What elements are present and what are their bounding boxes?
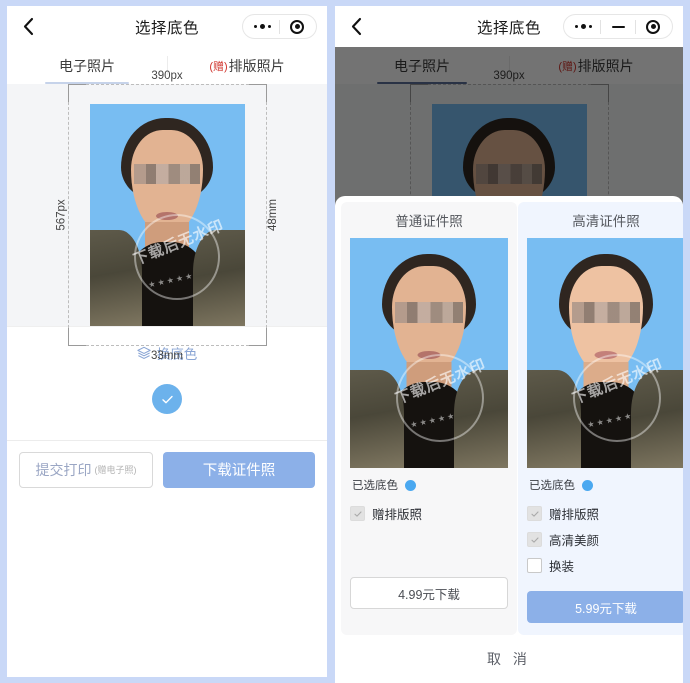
- card-standard-photo-image: 下载后无水印 ★ ★ ★ ★ ★: [350, 238, 508, 468]
- checkbox-unchecked-icon: [527, 558, 542, 573]
- option-gift-layout-standard-label: 赠排版照: [372, 508, 423, 522]
- option-change-outfit-label: 换装: [549, 560, 575, 574]
- back-button[interactable]: [7, 6, 49, 47]
- content-left: 390px 33mm 567px 48mm 下载后无水印 ★ ★ ★ ★ ★ 换…: [7, 70, 327, 498]
- more-menu-button-right[interactable]: [566, 15, 600, 38]
- card-standard-photo[interactable]: 普通证件照 下载后无水印 ★ ★ ★ ★ ★ 已选底色 赠排版照 4.99元下载: [341, 202, 517, 635]
- checkbox-checked-icon: [527, 532, 542, 547]
- measurement-frame: 390px 33mm 567px 48mm 下载后无水印 ★ ★ ★ ★ ★: [55, 70, 278, 362]
- option-gift-layout-standard[interactable]: 赠排版照: [350, 504, 508, 523]
- back-button-right[interactable]: [335, 6, 377, 47]
- checkbox-checked-icon: [350, 506, 365, 521]
- card-hd-selected-swatch[interactable]: [582, 479, 593, 491]
- card-hd-photo-wrap: 下载后无水印 ★ ★ ★ ★ ★: [527, 238, 683, 468]
- window-capsule-left: [242, 14, 317, 39]
- card-standard-selected-label: 已选底色: [352, 480, 398, 492]
- option-gift-layout-hd-label: 赠排版照: [549, 508, 600, 522]
- download-options-sheet: 普通证件照 下载后无水印 ★ ★ ★ ★ ★ 已选底色 赠排版照 4.99元下载…: [335, 196, 683, 683]
- label-width-mm: 33mm: [151, 350, 183, 362]
- card-hd-title: 高清证件照: [572, 214, 640, 229]
- tab-electronic-photo[interactable]: 电子照片: [7, 47, 167, 84]
- download-id-photo-button[interactable]: 下载证件照: [163, 451, 315, 488]
- card-standard-options: 赠排版照: [350, 504, 508, 523]
- window-capsule-right: [563, 14, 673, 39]
- card-hd-photo-image: 下载后无水印 ★ ★ ★ ★ ★: [527, 238, 683, 468]
- more-dots-icon: [574, 24, 592, 29]
- dash-top: [85, 84, 249, 85]
- label-height-mm: 48mm: [266, 199, 279, 231]
- minimize-dash-icon: [611, 25, 625, 28]
- option-change-outfit[interactable]: 换装: [527, 556, 683, 575]
- left-phone-panel: 选择底色 电子照片 (赠) 排版照片 390px 33mm 567px 48mm…: [7, 6, 327, 677]
- tab-layout-gift-badge: (赠): [209, 60, 228, 73]
- id-photo-preview: 下载后无水印 ★ ★ ★ ★ ★: [89, 104, 245, 326]
- card-standard-selected-row: 已选底色: [350, 477, 508, 493]
- card-standard-download-label: 4.99元下载: [398, 587, 460, 602]
- layers-icon: [137, 346, 151, 359]
- bottom-action-bar: 提交打印 (赠电子照) 下载证件照: [7, 440, 327, 498]
- background-color-swatch[interactable]: [152, 384, 182, 414]
- option-hd-beauty-label: 高清美颜: [549, 534, 600, 548]
- card-standard-photo-wrap: 下载后无水印 ★ ★ ★ ★ ★: [350, 238, 508, 468]
- navbar-right: 选择底色: [335, 6, 683, 47]
- more-dots-icon: [253, 24, 271, 29]
- submit-print-button[interactable]: 提交打印 (赠电子照): [19, 451, 154, 488]
- option-hd-beauty[interactable]: 高清美颜: [527, 530, 683, 549]
- card-hd-selected-row: 已选底色: [527, 477, 683, 493]
- card-hd-selected-label: 已选底色: [529, 480, 575, 492]
- more-menu-button[interactable]: [245, 15, 279, 38]
- corner-mark-tl: [67, 84, 86, 102]
- card-standard-selected-swatch[interactable]: [405, 479, 416, 491]
- close-target-button-right[interactable]: [636, 15, 670, 38]
- tab-layout-photo-label: 排版照片: [228, 57, 285, 74]
- checkbox-checked-icon: [527, 506, 542, 521]
- cancel-label: 取 消: [487, 651, 531, 667]
- corner-mark-tr: [248, 84, 267, 102]
- target-circle-icon: [290, 19, 304, 34]
- submit-print-sublabel: (赠电子照): [94, 465, 137, 475]
- card-hd-photo[interactable]: 高清证件照 下载后无水印 ★ ★ ★ ★ ★ 已选底色 赠排版照 高清美颜 换装…: [518, 202, 683, 635]
- submit-print-label: 提交打印: [35, 461, 92, 478]
- navbar-left: 选择底色: [7, 6, 327, 47]
- tab-electronic-photo-label: 电子照片: [59, 57, 115, 74]
- screenshot-stage: 选择底色 电子照片 (赠) 排版照片 390px 33mm 567px 48mm…: [0, 0, 690, 683]
- label-height-px: 567px: [55, 199, 68, 231]
- cancel-button[interactable]: 取 消: [335, 635, 683, 683]
- card-hd-download-button[interactable]: 5.99元下载: [527, 591, 683, 623]
- card-standard-download-button[interactable]: 4.99元下载: [350, 577, 508, 609]
- card-hd-options: 赠排版照 高清美颜 换装: [527, 504, 683, 575]
- download-id-photo-label: 下载证件照: [202, 463, 276, 479]
- close-target-button[interactable]: [280, 15, 314, 38]
- tab-layout-photo[interactable]: (赠) 排版照片: [167, 47, 327, 84]
- photo-preview-stage: 390px 33mm 567px 48mm 下载后无水印 ★ ★ ★ ★ ★: [7, 70, 327, 362]
- label-width-px: 390px: [151, 70, 183, 82]
- card-standard-title: 普通证件照: [395, 214, 463, 229]
- sheet-card-list: 普通证件照 下载后无水印 ★ ★ ★ ★ ★ 已选底色 赠排版照 4.99元下载…: [335, 196, 683, 635]
- chevron-left-icon: [23, 17, 33, 36]
- target-circle-icon: [646, 19, 660, 34]
- card-hd-download-label: 5.99元下载: [575, 601, 637, 616]
- change-color-strip: 换底色: [7, 326, 327, 440]
- chevron-left-icon: [351, 17, 361, 36]
- option-gift-layout-hd[interactable]: 赠排版照: [527, 504, 683, 523]
- check-icon: [161, 395, 173, 403]
- right-phone-panel: 选择底色 电子照片 (赠): [335, 6, 683, 683]
- minimize-button[interactable]: [601, 15, 635, 38]
